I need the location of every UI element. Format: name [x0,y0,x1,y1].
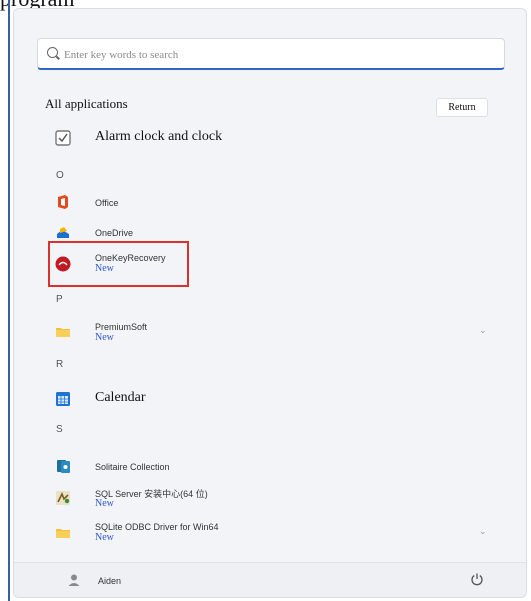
start-menu-panel: All applications Return Alarm clock and … [13,8,527,598]
new-badge: New [95,532,114,543]
alarm-clock-icon [55,130,71,146]
folder-icon [56,328,70,337]
user-name[interactable]: Aiden [98,576,121,586]
window-edge [8,0,10,601]
new-badge: New [95,498,114,509]
app-label: SQLite ODBC Driver for Win64 [95,522,219,532]
chevron-down-icon[interactable]: ⌄ [479,527,487,537]
app-item-office[interactable]: Office [47,187,497,217]
app-label: Solitaire Collection [95,462,170,472]
app-list: Alarm clock and clock O Office OneDrive [14,9,526,597]
app-label: OneDrive [95,228,134,238]
user-avatar-icon[interactable] [67,573,81,587]
new-badge: New [95,332,114,343]
folder-icon [56,529,70,538]
section-letter-r: R [56,359,64,370]
app-item-sql-server[interactable]: SQL Server 安装中心(64 位) New [47,481,497,511]
app-item-sqlite-odbc[interactable]: SQLite ODBC Driver for Win64 New ⌄ [47,516,497,546]
calendar-icon [56,392,70,406]
power-icon[interactable] [470,572,484,586]
start-menu-footer: Aiden [14,562,526,597]
office-icon [58,195,68,209]
app-item-alarm-clock[interactable]: Alarm clock and clock [47,123,497,153]
app-label: Calendar [95,390,146,405]
app-label: Alarm clock and clock [95,129,223,144]
section-letter-o: O [56,170,64,181]
app-item-solitaire-collection[interactable]: Solitaire Collection [47,451,497,481]
app-label: Office [95,198,119,208]
app-label: PremiumSoft [95,322,148,332]
highlight-box [48,241,189,287]
section-letter-s: S [56,424,63,435]
onedrive-icon [57,227,69,238]
chevron-down-icon[interactable]: ⌄ [479,326,487,336]
section-letter-p: P [56,294,63,305]
sql-server-icon [56,491,70,505]
solitaire-icon [57,460,70,473]
app-item-calendar[interactable]: Calendar [47,385,497,415]
app-item-premiumsoft[interactable]: PremiumSoft New ⌄ [47,315,497,345]
